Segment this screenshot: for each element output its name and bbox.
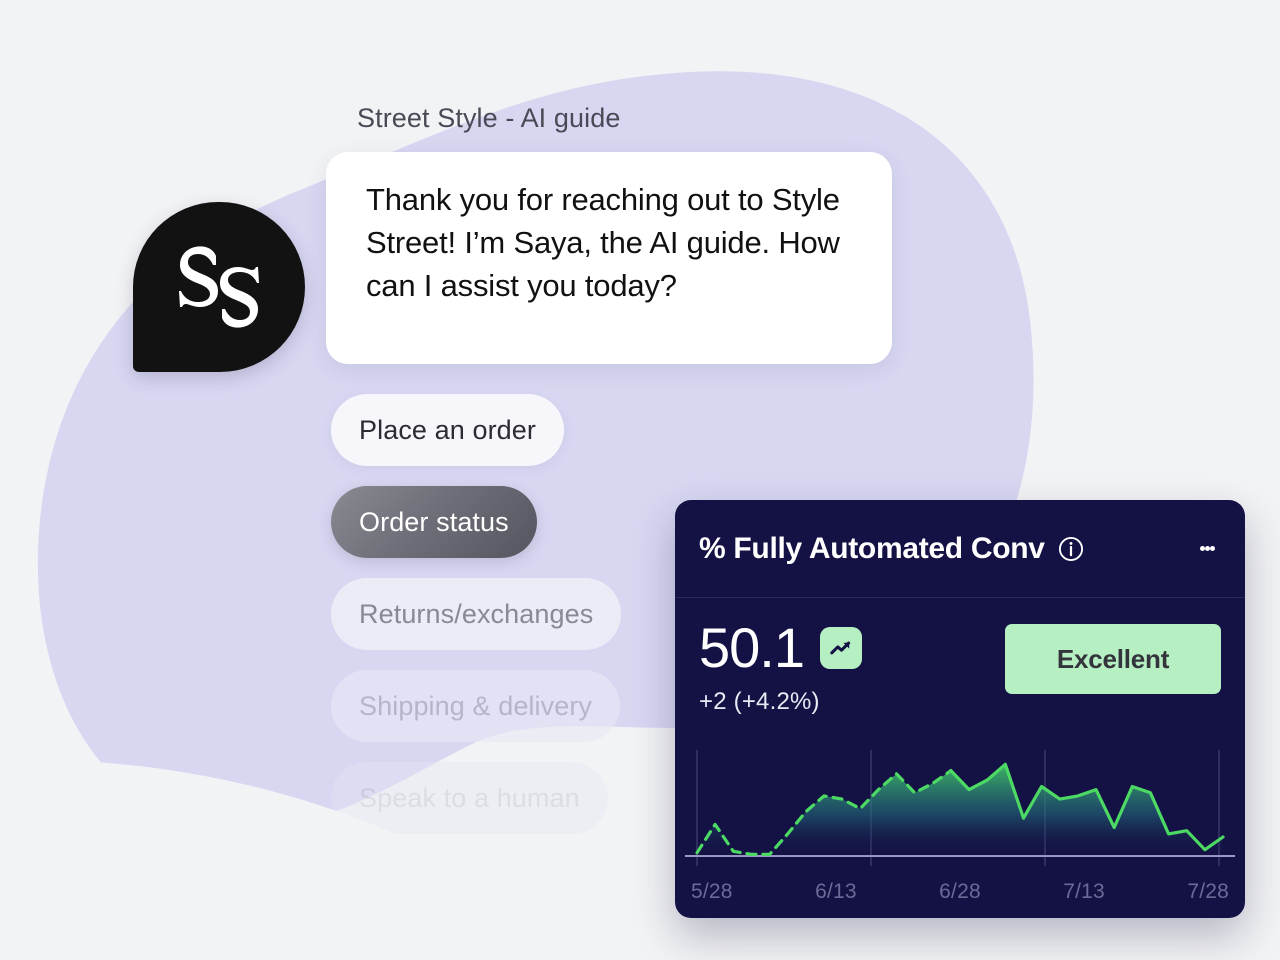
x-tick-label: 6/28 [939,880,981,903]
screen-root: Street Style - AI guide Thank you for re… [0,0,1280,960]
quick-reply-shipping-delivery[interactable]: Shipping & delivery [331,670,621,742]
metric-card-title: % Fully Automated Conv [699,531,1045,565]
quick-reply-label: Order status [359,506,509,537]
metric-card-body: 50.1 +2 (+4.2%) Excellent [675,598,1245,716]
x-tick-label: 5/28 [691,880,733,903]
quick-reply-returns-exchanges[interactable]: Returns/exchanges [331,578,622,650]
quick-reply-place-an-order[interactable]: Place an order [331,394,565,466]
x-tick-label: 7/13 [1063,880,1105,903]
chart-x-axis: 5/28 6/13 6/28 7/13 7/28 [675,874,1245,904]
quick-reply-label: Speak to a human [359,782,580,813]
metric-chart: 5/28 6/13 6/28 7/13 7/28 [675,744,1245,918]
metric-value: 50.1 [699,616,805,679]
status-badge: Excellent [1005,624,1221,694]
chart-svg [685,750,1235,866]
quick-reply-label: Place an order [359,414,537,445]
assistant-message-text: Thank you for reaching out to Style Stre… [366,182,840,303]
x-tick-label: 6/13 [815,880,857,903]
avatar [133,202,305,372]
trending-up-icon [820,627,862,669]
quick-reply-label: Returns/exchanges [359,598,594,629]
assistant-message-bubble: Thank you for reaching out to Style Stre… [326,152,892,364]
metric-card: % Fully Automated Conv 50.1 +2 (+4.2%) E… [675,500,1245,918]
chat-title: Street Style - AI guide [357,103,621,133]
kebab-menu-icon[interactable] [1192,537,1223,560]
x-tick-label: 7/28 [1187,880,1229,903]
quick-reply-label: Shipping & delivery [359,690,593,721]
metric-card-header: % Fully Automated Conv [675,500,1245,598]
quick-reply-order-status[interactable]: Order status [331,486,537,558]
info-circle-icon[interactable] [1057,535,1085,563]
quick-reply-speak-to-a-human[interactable]: Speak to a human [331,762,608,834]
style-street-monogram-icon [179,246,259,328]
